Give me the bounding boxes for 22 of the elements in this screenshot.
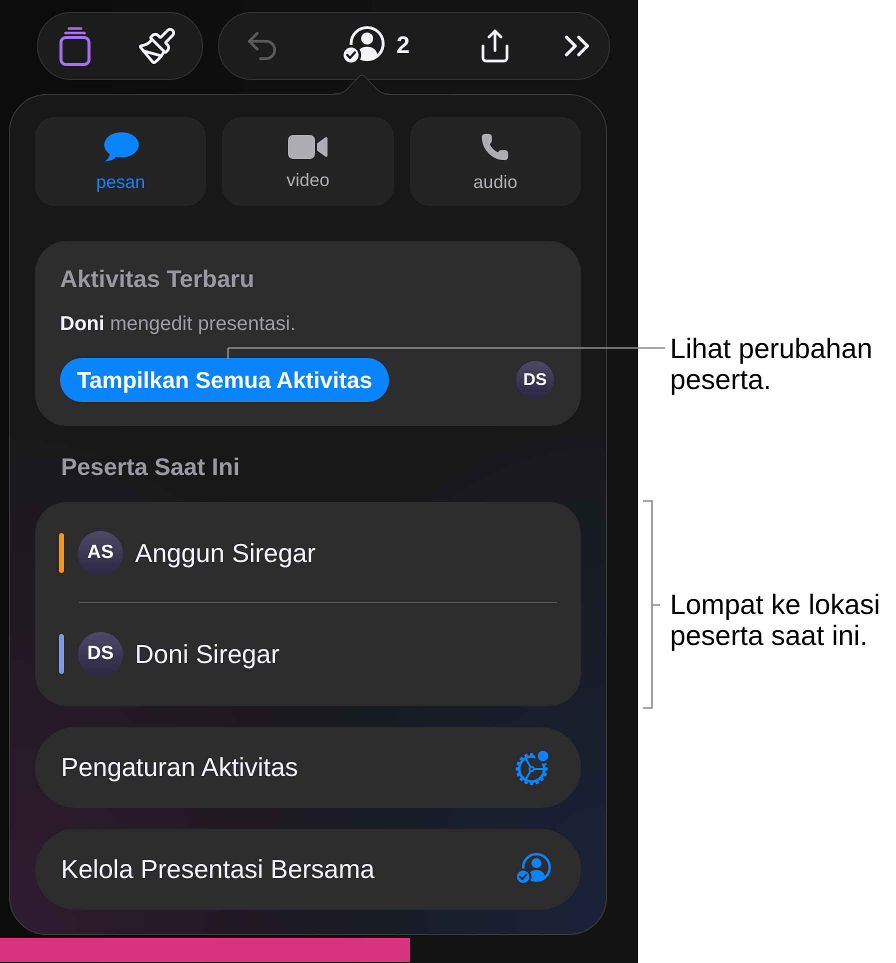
speech-bubble-icon <box>102 132 139 162</box>
activity-settings-button[interactable]: Pengaturan Aktivitas <box>35 727 581 808</box>
contact-option[interactable]: pesan <box>35 117 206 206</box>
callout-text: Lompat ke lokasi peserta saat ini. <box>670 589 882 651</box>
brush-icon <box>136 26 176 66</box>
section-title: Aktivitas Terbaru <box>60 266 256 294</box>
participant-name[interactable]: Anggun Siregar <box>135 538 316 568</box>
contact-option[interactable]: audio <box>410 117 581 206</box>
avatar: DS <box>516 361 554 399</box>
contact-option[interactable]: video <box>222 117 394 206</box>
section-title: Peserta Saat Ini <box>60 454 241 482</box>
phone-icon <box>480 132 510 162</box>
callout-text: Lihat perubahan peserta. <box>670 333 874 395</box>
show-activity-button[interactable]: Tampilkan Semua Aktivitas <box>60 358 390 402</box>
avatar: DS <box>78 632 123 676</box>
stack-icon <box>58 26 90 66</box>
activity-message: Doni mengedit presentasi. <box>60 312 297 336</box>
participant-name[interactable]: Doni Siregar <box>135 639 280 669</box>
video-camera-icon <box>288 134 328 160</box>
collaboration-button[interactable]: 2 <box>334 21 416 71</box>
manage-sharing-button[interactable]: Kelola Presentasi Bersama <box>35 829 581 910</box>
avatar: AS <box>78 530 123 576</box>
